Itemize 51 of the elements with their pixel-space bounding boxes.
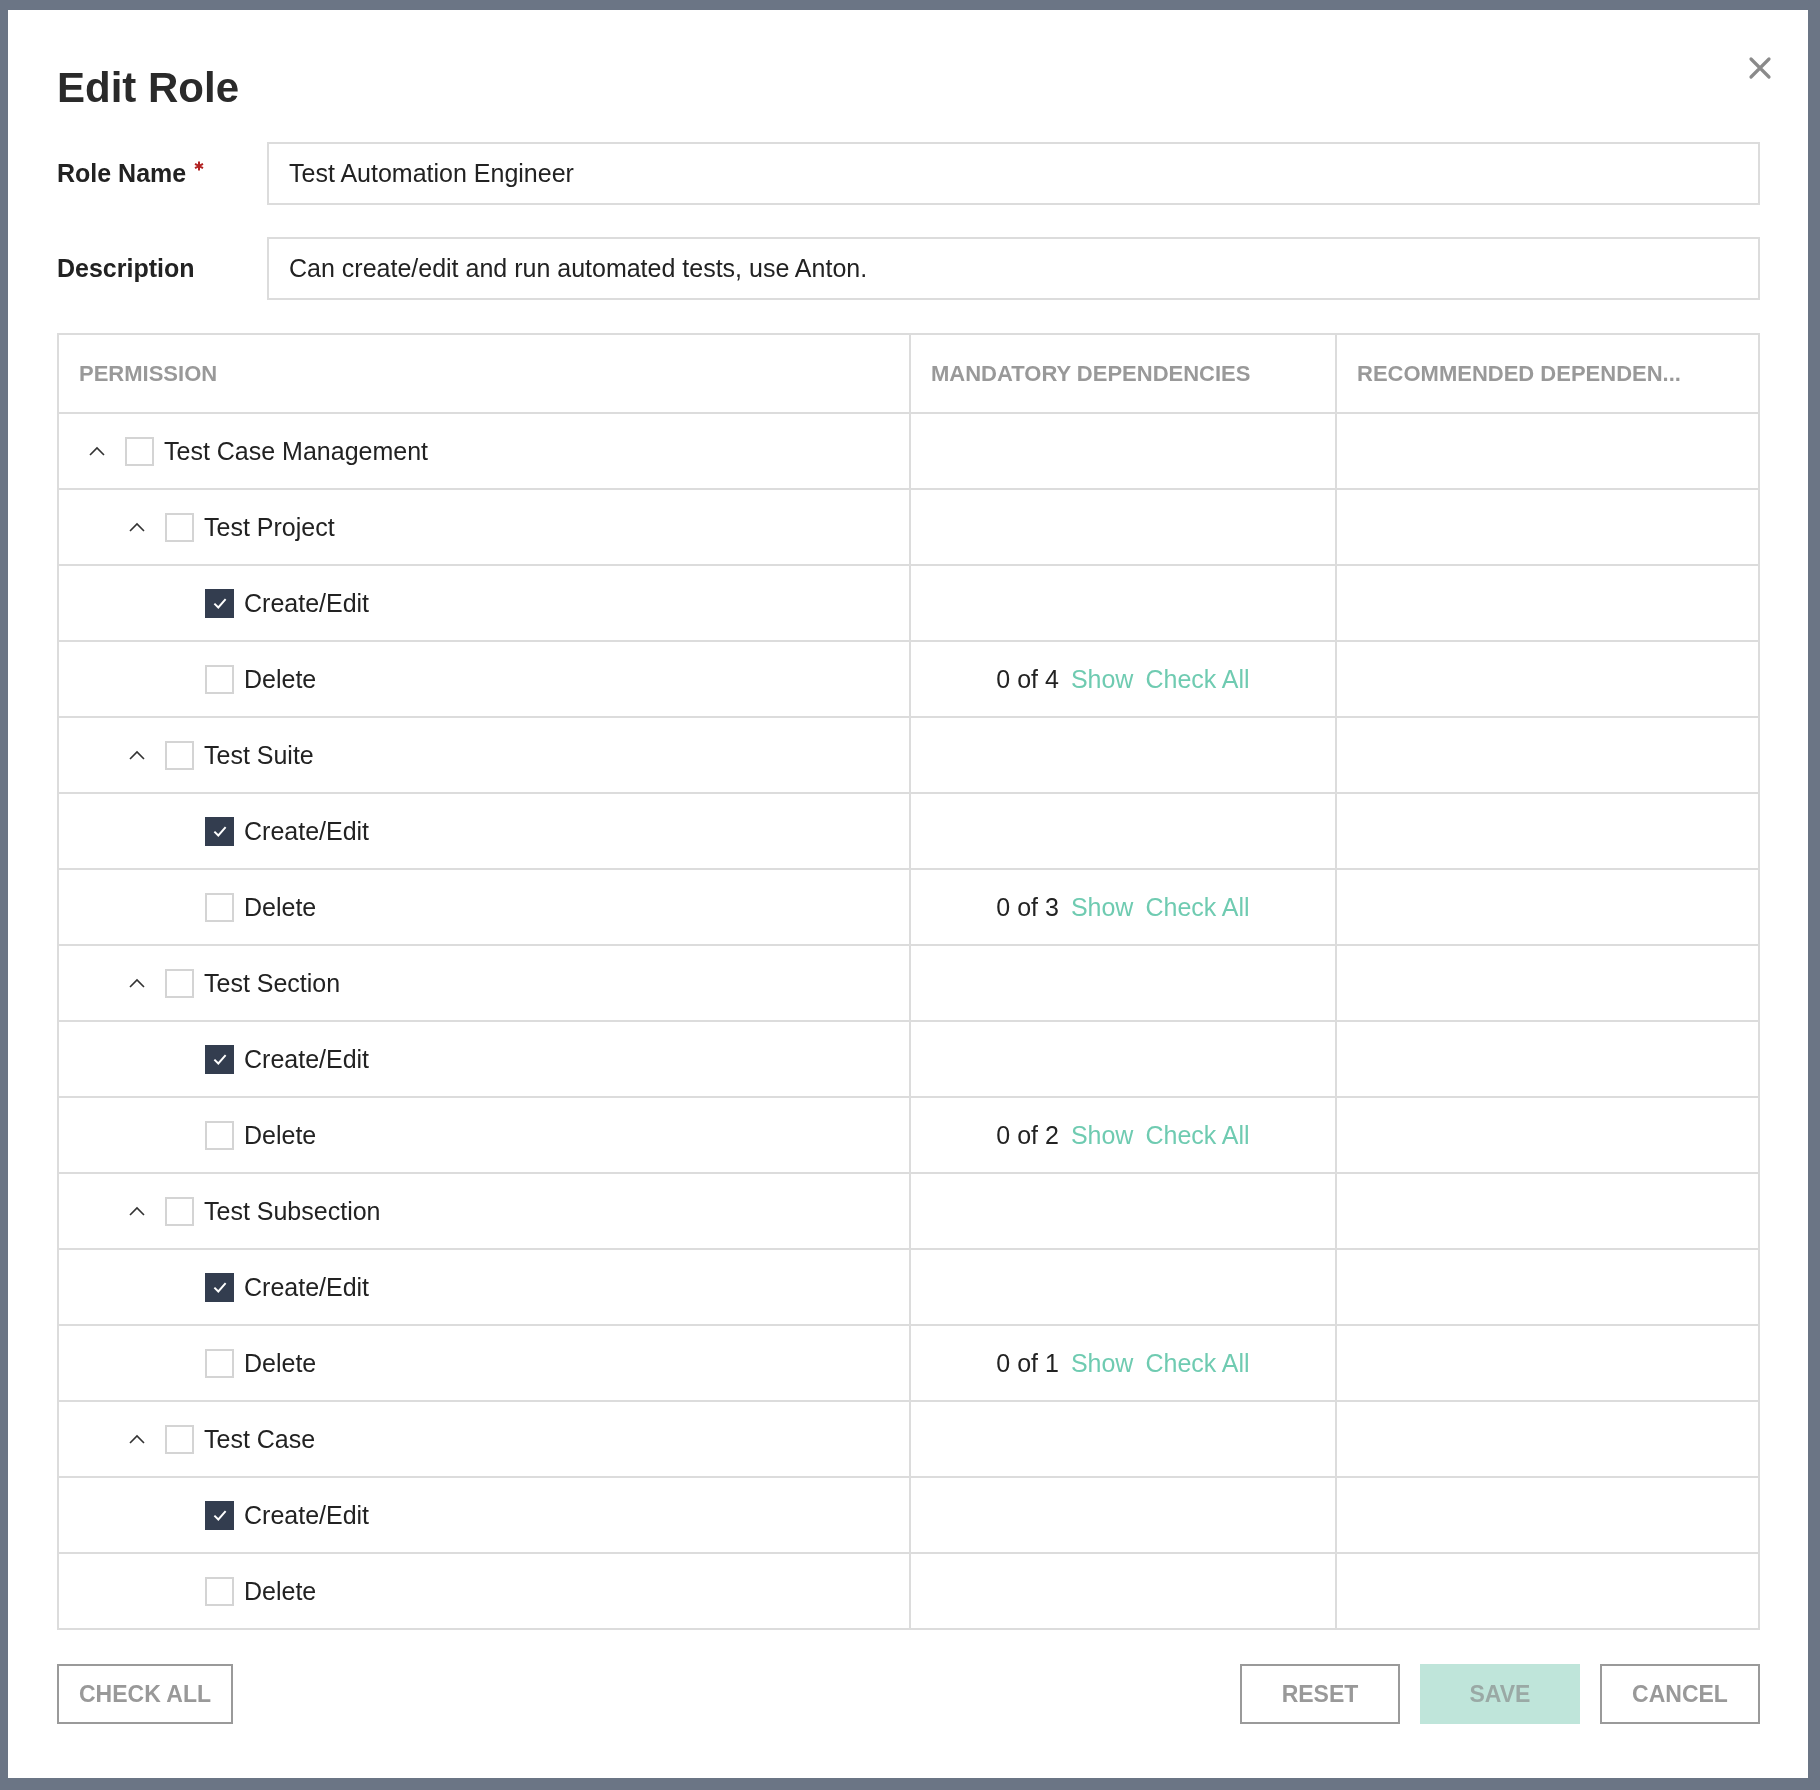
check-all-link[interactable]: Check All [1145, 664, 1250, 694]
check-all-link[interactable]: Check All [1145, 892, 1250, 922]
checkbox[interactable] [205, 1500, 234, 1530]
show-link[interactable]: Show [1070, 892, 1134, 922]
close-icon[interactable] [1748, 56, 1772, 80]
dialog-button[interactable]: CANCEL [1600, 1664, 1760, 1724]
permission-label: Test Case [204, 1424, 316, 1454]
dependency-count: 0 of 3 [996, 892, 1059, 922]
permission-label: Create/Edit [244, 588, 370, 618]
permission-label: Test Section [204, 968, 341, 998]
check-all-link[interactable]: Check All [1145, 1120, 1250, 1150]
dialog-button[interactable]: RESET [1240, 1664, 1400, 1724]
permission-label: Create/Edit [244, 816, 370, 846]
dependency-count: 0 of 1 [996, 1348, 1059, 1378]
permission-label: Create/Edit [244, 1500, 370, 1530]
permission-label: Test Suite [204, 740, 314, 770]
permission-label: Delete [244, 1348, 317, 1378]
caret-icon[interactable] [129, 522, 145, 532]
column-header: MANDATORY DEPENDENCIES [909, 335, 1335, 412]
dependency-count: 0 of 2 [996, 1120, 1059, 1150]
permission-label: Create/Edit [244, 1044, 370, 1074]
dialog-title: Edit Role [57, 64, 239, 112]
checkbox[interactable] [205, 816, 234, 846]
show-link[interactable]: Show [1070, 664, 1134, 694]
permission-label: Test Project [204, 512, 335, 542]
permission-label: Test Case Management [164, 436, 429, 466]
permission-label: Create/Edit [244, 1272, 370, 1302]
dependency-count: 0 of 4 [996, 664, 1059, 694]
caret-icon[interactable] [129, 750, 145, 760]
text-input-field[interactable]: Can create/edit and run automated tests, use Anton. [267, 237, 1760, 300]
permission-label: Delete [244, 664, 317, 694]
field-label: Role Name [57, 159, 187, 188]
caret-icon[interactable] [129, 1206, 145, 1216]
checkbox[interactable] [205, 1272, 234, 1302]
permission-label: Delete [244, 1120, 317, 1150]
caret-icon[interactable] [129, 978, 145, 988]
permission-label: Test Subsection [204, 1196, 381, 1226]
field-label: Description [57, 254, 195, 283]
check-all-button[interactable]: CHECK ALL [57, 1664, 234, 1724]
caret-icon[interactable] [89, 446, 105, 456]
text-input-field[interactable]: Test Automation Engineer [267, 142, 1760, 205]
permission-label: Delete [244, 1576, 317, 1606]
caret-icon[interactable] [129, 1434, 145, 1444]
check-all-link[interactable]: Check All [1145, 1348, 1250, 1378]
show-link[interactable]: Show [1070, 1120, 1134, 1150]
permission-label: Delete [244, 892, 317, 922]
column-header: RECOMMENDED DEPENDEN... [1335, 335, 1758, 412]
show-link[interactable]: Show [1070, 1348, 1134, 1378]
checkbox[interactable] [205, 1044, 234, 1074]
checkbox[interactable] [205, 588, 234, 618]
column-header: PERMISSION [78, 359, 219, 388]
